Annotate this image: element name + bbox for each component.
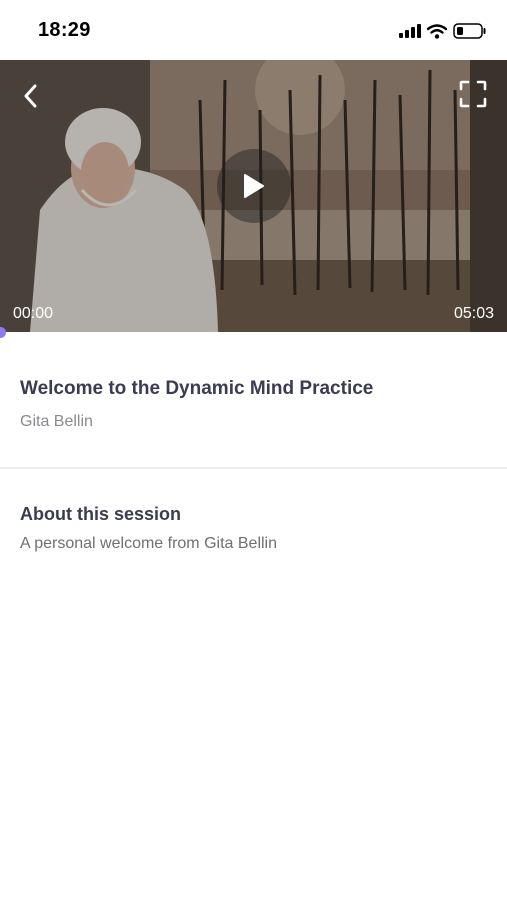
back-icon [24, 84, 37, 108]
progress-bar[interactable] [0, 327, 507, 338]
about-description: A personal welcome from Gita Bellin [20, 535, 277, 552]
battery-icon [453, 23, 486, 39]
play-icon [244, 174, 264, 198]
fullscreen-icon [459, 80, 487, 108]
status-icons [399, 22, 487, 40]
signal-icon [399, 24, 421, 38]
duration: 05:03 [453, 305, 494, 322]
wifi-icon [427, 23, 447, 39]
status-bar: 18:29 [0, 0, 507, 60]
status-time: 18:29 [38, 19, 91, 41]
back-button[interactable] [18, 82, 42, 110]
session-title: Welcome to the Dynamic Mind Practice [20, 378, 374, 399]
divider [0, 467, 507, 469]
session-author: Gita Bellin [20, 413, 93, 430]
progress-handle[interactable] [0, 327, 6, 338]
play-button[interactable] [217, 149, 291, 223]
fullscreen-button[interactable] [459, 80, 487, 108]
video-player[interactable]: 00:00 05:03 [0, 60, 507, 332]
about-heading: About this session [20, 504, 182, 524]
current-time: 00:00 [13, 305, 54, 322]
